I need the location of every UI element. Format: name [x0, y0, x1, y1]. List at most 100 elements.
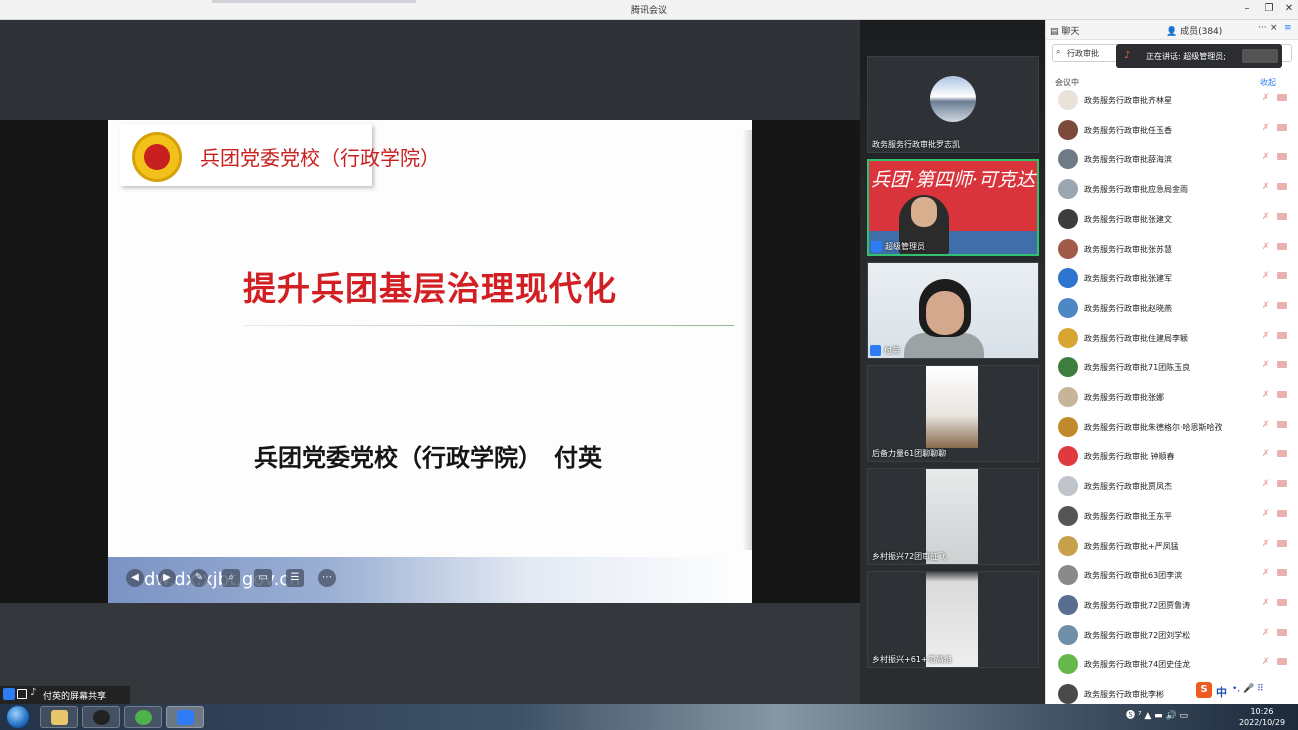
sogou-icon[interactable]: S [1196, 682, 1212, 698]
member-row[interactable]: 政务服务行政审批+严凤猛 ✗ [1046, 532, 1298, 561]
member-row[interactable]: 政务服务行政审批王东平 ✗ [1046, 502, 1298, 531]
member-row[interactable]: 政务服务行政审批齐林星 ✗ [1046, 86, 1298, 115]
member-row[interactable]: 政务服务行政审批贾凤杰 ✗ [1046, 472, 1298, 501]
taskbar-tencent-meeting[interactable] [166, 706, 204, 728]
camera-off-icon[interactable] [1277, 598, 1287, 606]
camera-off-icon[interactable] [1277, 658, 1287, 666]
member-name: 政务服务行政审批齐林星 [1084, 96, 1172, 105]
taskbar-explorer[interactable] [40, 706, 78, 728]
member-row[interactable]: 政务服务行政审批应急局金雨 ✗ [1046, 175, 1298, 204]
subtitles-icon[interactable]: ☰ [286, 569, 304, 587]
member-row[interactable]: 政务服务行政审批朱德格尔·哈恩斯哈孜 ✗ [1046, 413, 1298, 442]
video-tile[interactable]: 后备力量61团聊聊聊 [867, 365, 1039, 462]
more-options-icon[interactable]: ⋯ [318, 569, 336, 587]
mic-muted-icon[interactable]: ✗ [1262, 123, 1270, 133]
member-row[interactable]: 政务服务行政审批 钟顺春 ✗ [1046, 442, 1298, 471]
pen-icon[interactable]: ✎ [190, 569, 208, 587]
member-avatar [1058, 565, 1078, 586]
mic-muted-icon[interactable]: ✗ [1262, 93, 1270, 103]
ime-mode[interactable]: 中 [1216, 684, 1227, 700]
panel-close-button[interactable]: × [1270, 23, 1278, 33]
video-tile[interactable]: 乡村振兴72团审征飞 [867, 468, 1039, 565]
camera-off-icon[interactable] [1277, 123, 1287, 131]
members-panel: ▤ 聊天 👤 成员(384) ··· × ≡ ⌕ 行政审批 ♪ 正在讲话: 超级… [1045, 20, 1298, 704]
taskbar-app-green[interactable] [124, 706, 162, 728]
minimize-button[interactable]: – [1240, 2, 1254, 16]
camera-off-icon[interactable] [1277, 153, 1287, 161]
video-tile[interactable]: 付英 [867, 262, 1039, 359]
close-button[interactable]: ✕ [1282, 2, 1296, 16]
member-row[interactable]: 政务服务行政审批张建文 ✗ [1046, 205, 1298, 234]
mic-muted-icon[interactable]: ✗ [1262, 449, 1270, 459]
member-row[interactable]: 政务服务行政审批63团李滨 ✗ [1046, 561, 1298, 590]
member-row[interactable]: 政务服务行政审批72团刘学松 ✗ [1046, 621, 1298, 650]
mic-muted-icon[interactable]: ✗ [1262, 657, 1270, 667]
next-slide-icon[interactable]: ▶ [158, 569, 176, 587]
camera-off-icon[interactable] [1277, 242, 1287, 250]
mic-muted-icon[interactable]: ✗ [1262, 331, 1270, 341]
mic-muted-icon[interactable]: ✗ [1262, 479, 1270, 489]
system-tray[interactable]: 🅢 ⁷ ▲ ▬ 🔊 ▭ [1126, 708, 1188, 721]
slide-divider [244, 325, 734, 326]
camera-off-icon[interactable] [1277, 539, 1287, 547]
mic-muted-icon[interactable]: ✗ [1262, 420, 1270, 430]
mic-muted-icon[interactable]: ✗ [1262, 182, 1270, 192]
taskbar-clock[interactable]: 10:26 2022/10/29 [1234, 706, 1290, 728]
member-row[interactable]: 政务服务行政审批74团史佳龙 ✗ [1046, 650, 1298, 679]
camera-off-icon[interactable] [1277, 509, 1287, 517]
mic-muted-icon[interactable]: ✗ [1262, 568, 1270, 578]
member-row[interactable]: 政务服务行政审批72团贾鲁涛 ✗ [1046, 591, 1298, 620]
mic-muted-icon[interactable]: ✗ [1262, 628, 1270, 638]
zoom-icon[interactable]: ⌕ [222, 569, 240, 587]
member-row[interactable]: 政务服务行政审批张苏慧 ✗ [1046, 235, 1298, 264]
taskbar-qq[interactable] [82, 706, 120, 728]
camera-off-icon[interactable] [1277, 569, 1287, 577]
video-tile[interactable]: 乡村振兴+61+范高焰 [867, 571, 1039, 668]
input-method-bar[interactable]: S 中 •, 🎤 ⠿ [1196, 680, 1298, 704]
member-row[interactable]: 政务服务行政审批任玉香 ✗ [1046, 116, 1298, 145]
mic-muted-icon[interactable]: ✗ [1262, 360, 1270, 370]
camera-off-icon[interactable] [1277, 361, 1287, 369]
member-row[interactable]: 政务服务行政审批赵晓燕 ✗ [1046, 294, 1298, 323]
mic-muted-icon[interactable]: ✗ [1262, 242, 1270, 252]
camera-off-icon[interactable] [1277, 628, 1287, 636]
member-name: 政务服务行政审批63团李滨 [1084, 571, 1183, 581]
member-row[interactable]: 政务服务行政审批71团陈玉良 ✗ [1046, 353, 1298, 382]
member-row[interactable]: 政务服务行政审批住建局李颖 ✗ [1046, 324, 1298, 353]
camera-off-icon[interactable] [1277, 94, 1287, 101]
panel-more-button[interactable]: ··· [1258, 23, 1267, 33]
mic-muted-icon[interactable]: ✗ [1262, 598, 1270, 608]
camera-off-icon[interactable] [1277, 183, 1287, 191]
member-name: 政务服务行政审批应急局金雨 [1084, 185, 1188, 195]
video-tile[interactable]: 政务服务行政审批罗志凯 [867, 56, 1039, 153]
mic-muted-icon[interactable]: ✗ [1262, 509, 1270, 519]
mic-muted-icon[interactable]: ✗ [1262, 152, 1270, 162]
tab-chat[interactable]: ▤ 聊天 [1050, 24, 1079, 37]
camera-off-icon[interactable] [1277, 420, 1287, 428]
mic-muted-icon[interactable]: ✗ [1262, 212, 1270, 222]
member-avatar [1058, 535, 1078, 556]
restore-button[interactable]: ❐ [1262, 2, 1276, 16]
member-row[interactable]: 政务服务行政审批薛海滨 ✗ [1046, 145, 1298, 174]
mic-muted-icon[interactable]: ✗ [1262, 539, 1270, 549]
mic-muted-icon[interactable]: ✗ [1262, 301, 1270, 311]
camera-off-icon[interactable] [1277, 391, 1287, 398]
start-button[interactable] [6, 705, 30, 729]
camera-off-icon[interactable] [1277, 301, 1287, 309]
tab-members[interactable]: 👤 成员(384) [1166, 24, 1222, 37]
previous-slide-icon[interactable]: ◀ [126, 569, 144, 587]
member-row[interactable]: 政务服务行政审批张建军 ✗ [1046, 264, 1298, 293]
panel-menu-button[interactable]: ≡ [1284, 23, 1292, 33]
ime-tools[interactable]: •, 🎤 ⠿ [1232, 684, 1264, 694]
camera-off-icon[interactable] [1277, 480, 1287, 488]
member-row[interactable]: 政务服务行政审批张娜 ✗ [1046, 383, 1298, 412]
camera-off-icon[interactable] [1277, 450, 1287, 458]
screen-share-indicator[interactable]: ♪ 付英的屏幕共享 [0, 686, 130, 704]
camera-icon[interactable]: ▭ [254, 569, 272, 587]
camera-off-icon[interactable] [1277, 272, 1287, 280]
mic-muted-icon[interactable]: ✗ [1262, 390, 1270, 400]
mic-muted-icon[interactable]: ✗ [1262, 271, 1270, 281]
camera-off-icon[interactable] [1277, 331, 1287, 339]
video-tile-active-speaker[interactable]: 兵团·第四师·可克达 超级管理员 [867, 159, 1039, 256]
camera-off-icon[interactable] [1277, 212, 1287, 220]
